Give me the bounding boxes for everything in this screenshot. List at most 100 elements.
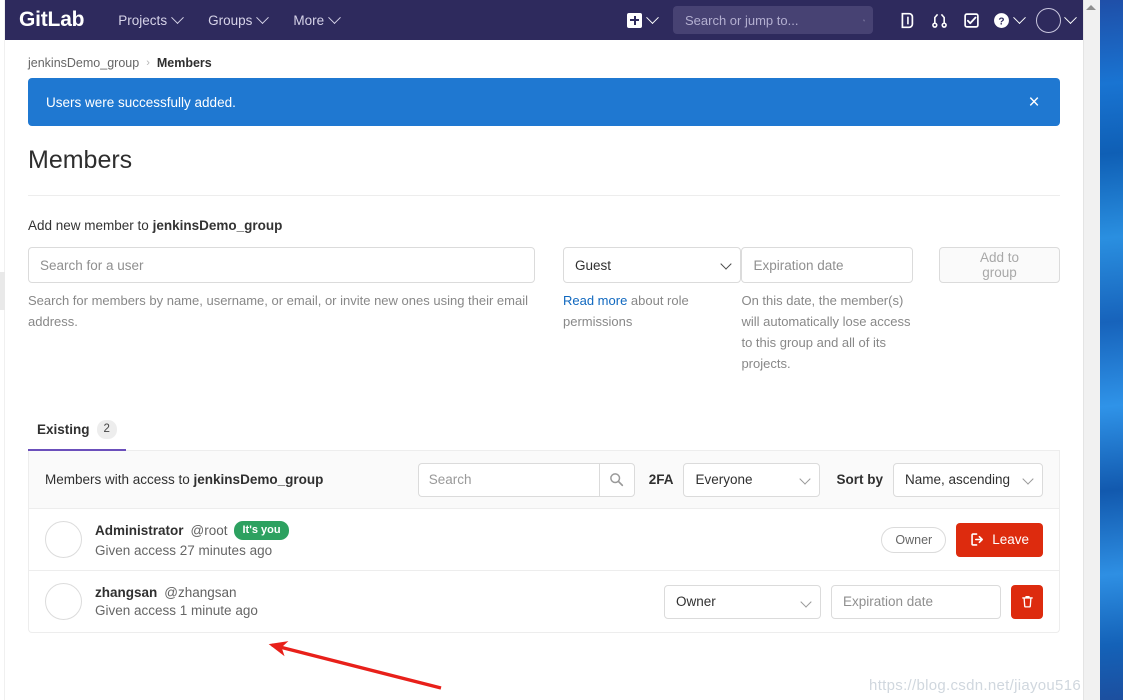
member-role-pill: Owner <box>881 527 946 553</box>
todos-icon[interactable] <box>955 0 987 40</box>
chevron-down-icon <box>1064 11 1077 24</box>
member-name[interactable]: Administrator <box>95 523 184 538</box>
member-handle[interactable]: @root <box>191 523 228 538</box>
members-card: Members with access to jenkinsDemo_group… <box>28 451 1060 633</box>
members-card-title-group: jenkinsDemo_group <box>194 472 324 487</box>
navbar-right-group: ? <box>627 0 1083 40</box>
avatar <box>1036 8 1061 33</box>
add-member-user-column: Search for members by name, username, or… <box>28 247 535 332</box>
members-search-button[interactable] <box>599 463 635 497</box>
add-member-role-column: Guest Read more about role permissions <box>563 247 741 332</box>
member-identity: Administrator @root It's you <box>95 521 289 540</box>
success-alert-message: Users were successfully added. <box>46 95 236 110</box>
role-select-wrap: Guest <box>563 247 741 283</box>
members-search-input[interactable] <box>418 463 599 497</box>
global-search-input[interactable] <box>683 12 863 29</box>
member-actions: Owner Leave <box>881 523 1043 557</box>
new-item-button[interactable] <box>627 13 657 28</box>
avatar <box>45 583 82 620</box>
twofa-filter-select[interactable]: Everyone <box>683 463 820 497</box>
member-identity: zhangsan @zhangsan <box>95 585 258 600</box>
scrollbar-up-arrow-icon[interactable] <box>1086 2 1097 13</box>
chevron-down-icon <box>256 11 269 24</box>
members-search-group <box>418 463 635 497</box>
page-scrollbar[interactable] <box>1083 0 1100 700</box>
member-actions: Owner <box>664 585 1043 619</box>
nav-item-projects[interactable]: Projects <box>118 13 182 28</box>
members-card-title: Members with access to jenkinsDemo_group <box>45 472 323 487</box>
add-member-label: Add new member to jenkinsDemo_group <box>28 218 1060 233</box>
content-container: jenkinsDemo_group › Members Users were s… <box>5 40 1083 633</box>
sort-select[interactable]: Name, ascending <box>893 463 1043 497</box>
sort-label: Sort by <box>836 472 883 487</box>
add-member-form: Search for members by name, username, or… <box>28 247 1060 374</box>
member-expiration-input[interactable] <box>831 585 1001 619</box>
user-search-hint: Search for members by name, username, or… <box>28 290 535 332</box>
chevron-down-icon <box>646 11 659 24</box>
read-more-link[interactable]: Read more <box>563 293 627 308</box>
table-row: zhangsan @zhangsan Given access 1 minute… <box>29 571 1059 632</box>
gitlab-logo[interactable]: GitLab <box>19 9 84 32</box>
help-icon: ? <box>993 12 1010 29</box>
sign-out-icon <box>970 532 985 547</box>
table-row: Administrator @root It's you Given acces… <box>29 509 1059 571</box>
role-select[interactable]: Guest <box>563 247 741 283</box>
add-member-label-group: jenkinsDemo_group <box>153 218 283 233</box>
tab-existing-count: 2 <box>97 420 117 439</box>
member-handle[interactable]: @zhangsan <box>164 585 236 600</box>
nav-more-label: More <box>293 13 324 28</box>
sort-select-wrap: Name, ascending <box>893 463 1043 497</box>
members-card-title-prefix: Members with access to <box>45 472 194 487</box>
trash-icon <box>1020 594 1035 609</box>
screen: GitLab Projects Groups More <box>0 0 1123 700</box>
top-navbar: GitLab Projects Groups More <box>5 0 1083 40</box>
success-alert: Users were successfully added. × <box>28 78 1060 126</box>
nav-item-more[interactable]: More <box>293 13 339 28</box>
member-name[interactable]: zhangsan <box>95 585 157 600</box>
help-button[interactable]: ? <box>987 0 1030 40</box>
member-access-time: Given access 27 minutes ago <box>95 543 289 558</box>
breadcrumb: jenkinsDemo_group › Members <box>28 40 1060 78</box>
twofa-label: 2FA <box>649 472 674 487</box>
chevron-down-icon <box>171 11 184 24</box>
add-member-expiration-column: On this date, the member(s) will automat… <box>741 247 913 374</box>
search-icon <box>609 472 624 487</box>
expiration-date-input[interactable] <box>741 247 913 283</box>
tab-existing-label: Existing <box>37 422 90 437</box>
user-menu[interactable] <box>1036 8 1075 33</box>
twofa-filter-wrap: Everyone <box>683 463 820 497</box>
breadcrumb-separator-icon: › <box>146 57 150 69</box>
merge-requests-icon[interactable] <box>923 0 955 40</box>
expiration-hint: On this date, the member(s) will automat… <box>741 290 913 374</box>
members-tabs: Existing 2 <box>28 414 1060 451</box>
plus-square-icon <box>627 13 642 28</box>
nav-projects-label: Projects <box>118 13 167 28</box>
add-member-submit-column: Add to group <box>939 247 1060 283</box>
desktop-wallpaper-strip <box>1100 0 1123 700</box>
page-body: jenkinsDemo_group › Members Users were s… <box>5 40 1083 700</box>
member-access-time: Given access 1 minute ago <box>95 603 258 618</box>
search-icon <box>863 13 865 28</box>
chevron-down-icon <box>1013 11 1026 24</box>
nav-item-groups[interactable]: Groups <box>208 13 267 28</box>
add-to-group-button[interactable]: Add to group <box>939 247 1060 283</box>
member-info: zhangsan @zhangsan Given access 1 minute… <box>95 585 258 618</box>
watermark: https://blog.csdn.net/jiayou516 <box>869 677 1081 694</box>
member-role-select-wrap: Owner <box>664 585 821 619</box>
close-icon[interactable]: × <box>1024 92 1044 112</box>
breadcrumb-current: Members <box>157 56 212 70</box>
page-title: Members <box>28 146 1060 196</box>
issues-icon[interactable] <box>891 0 923 40</box>
global-search-box[interactable] <box>673 6 873 34</box>
leave-button[interactable]: Leave <box>956 523 1043 557</box>
member-info: Administrator @root It's you Given acces… <box>95 521 289 558</box>
remove-member-button[interactable] <box>1011 585 1043 619</box>
role-hint: Read more about role permissions <box>563 290 741 332</box>
chevron-down-icon <box>328 11 341 24</box>
status-badge: It's you <box>234 521 288 540</box>
add-member-label-prefix: Add new member to <box>28 218 153 233</box>
member-role-select[interactable]: Owner <box>664 585 821 619</box>
tab-existing[interactable]: Existing 2 <box>28 414 126 451</box>
breadcrumb-group-link[interactable]: jenkinsDemo_group <box>28 56 139 70</box>
user-search-input[interactable] <box>28 247 535 283</box>
